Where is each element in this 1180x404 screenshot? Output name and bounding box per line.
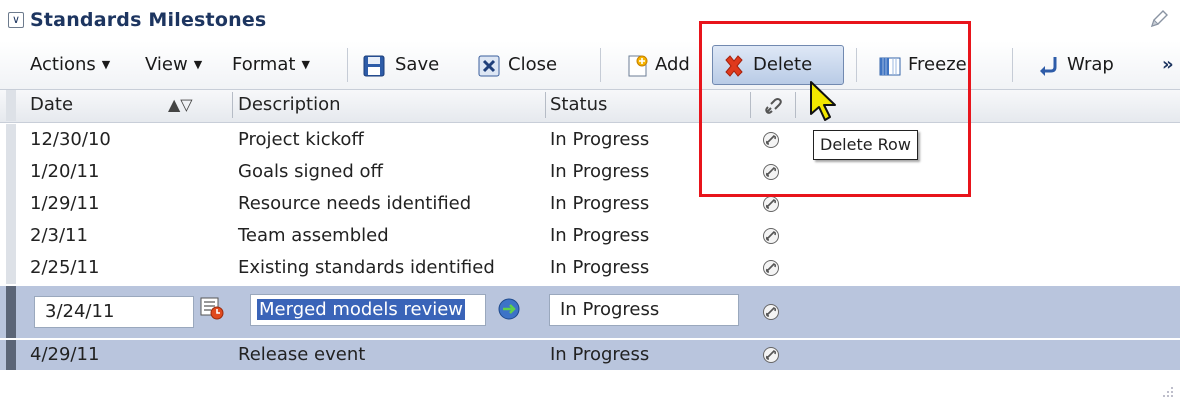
column-header-status[interactable]: Status [550, 89, 607, 121]
save-button[interactable]: Save [395, 41, 439, 89]
row-selector[interactable] [6, 220, 16, 252]
date-input[interactable]: 3/24/11 [34, 296, 194, 328]
selected-text: Merged models review [257, 299, 466, 320]
table-cell-date[interactable]: 4/29/11 [30, 339, 99, 371]
wrap-icon [1040, 57, 1057, 76]
pencil-icon[interactable] [1148, 8, 1170, 30]
table-cell-description[interactable]: Resource needs identified [238, 188, 471, 220]
table-cell-date[interactable]: 2/3/11 [30, 220, 88, 252]
description-input[interactable]: Merged models review [250, 294, 486, 326]
table-cell-description[interactable]: Team assembled [238, 220, 389, 252]
table-cell-status[interactable]: In Progress [550, 220, 649, 252]
calendar-icon[interactable] [199, 295, 225, 321]
row-selector-header [6, 90, 16, 121]
add-icon [628, 55, 648, 77]
view-menu[interactable]: View ▼ [145, 41, 202, 89]
toolbar-overflow-button[interactable]: » [1162, 41, 1174, 89]
resize-grip-icon[interactable] [1160, 384, 1174, 398]
table-cell-date[interactable]: 12/30/10 [30, 124, 111, 156]
link-icon[interactable] [762, 303, 780, 321]
sort-arrows-icon[interactable]: ▲▽ [168, 89, 193, 121]
table-cell-description[interactable]: Project kickoff [238, 124, 364, 156]
link-icon[interactable] [762, 346, 780, 364]
save-icon [363, 55, 385, 77]
table-cell-date[interactable]: 2/25/11 [30, 252, 99, 284]
table-cell-date[interactable]: 1/29/11 [30, 188, 99, 220]
row-selector[interactable] [6, 188, 16, 220]
row-selector[interactable] [6, 252, 16, 284]
actions-menu[interactable]: Actions ▼ [30, 41, 110, 89]
table-cell-date[interactable]: 1/20/11 [30, 156, 99, 188]
toolbar-separator [600, 48, 601, 82]
table-cell-status[interactable]: In Progress [550, 339, 649, 371]
add-button[interactable]: Add [655, 41, 690, 89]
table-cell-description[interactable]: Release event [238, 339, 365, 371]
link-icon[interactable] [762, 195, 780, 213]
close-button[interactable]: Close [508, 41, 557, 89]
link-icon[interactable] [762, 227, 780, 245]
row-selector-selected[interactable] [6, 286, 16, 338]
row-selector-selected[interactable] [6, 340, 16, 370]
table-cell-status[interactable]: In Progress [550, 188, 649, 220]
highlight-box [699, 21, 971, 197]
table-cell-status[interactable]: In Progress [550, 124, 649, 156]
panel-title: Standards Milestones [30, 9, 267, 31]
table-cell-status[interactable]: In Progress [550, 156, 649, 188]
refresh-icon[interactable] [497, 297, 521, 321]
close-icon [478, 55, 500, 77]
column-header-date[interactable]: Date [30, 89, 73, 121]
format-menu[interactable]: Format ▼ [232, 41, 310, 89]
toolbar-separator [1012, 48, 1013, 82]
wrap-button[interactable]: Wrap [1067, 41, 1114, 89]
toolbar-separator [347, 48, 348, 82]
column-divider[interactable] [545, 92, 546, 118]
table-cell-description[interactable]: Existing standards identified [238, 252, 495, 284]
column-divider[interactable] [232, 92, 233, 118]
table-cell-status[interactable]: In Progress [550, 252, 649, 284]
row-selector[interactable] [6, 124, 16, 156]
collapse-toggle[interactable]: ∨ [8, 12, 24, 28]
link-icon[interactable] [762, 259, 780, 277]
row-selector[interactable] [6, 156, 16, 188]
status-input[interactable]: In Progress [549, 294, 739, 326]
column-header-description[interactable]: Description [238, 89, 341, 121]
table-cell-description[interactable]: Goals signed off [238, 156, 383, 188]
